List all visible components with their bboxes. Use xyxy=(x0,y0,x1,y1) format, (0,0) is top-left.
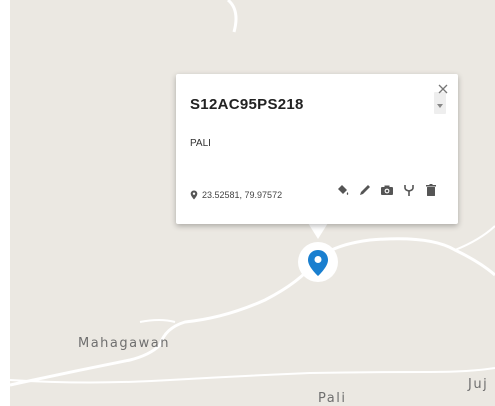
place-label-juj: Juj xyxy=(468,377,489,392)
map-marker-icon[interactable] xyxy=(307,249,329,277)
road-small xyxy=(139,319,176,323)
popup-pointer xyxy=(308,223,328,239)
fork-icon[interactable] xyxy=(402,183,416,197)
camera-icon[interactable] xyxy=(380,183,394,197)
road-top xyxy=(226,0,238,33)
trash-icon[interactable] xyxy=(424,183,438,197)
popup-description: PALI xyxy=(190,138,211,149)
place-label-pali: Pali xyxy=(318,391,347,406)
road-main xyxy=(10,237,495,387)
popup-toolbar xyxy=(336,183,438,197)
scroll-down-icon[interactable] xyxy=(434,92,446,114)
map-view: Mahagawan Pali Juj S12AC95PS218 PALI 23.… xyxy=(0,0,495,406)
popup-coordinates: 23.52581, 79.97572 xyxy=(190,190,282,200)
close-icon[interactable] xyxy=(438,84,448,94)
coordinates-text: 23.52581, 79.97572 xyxy=(202,190,283,200)
paint-bucket-icon[interactable] xyxy=(336,183,350,197)
pencil-icon[interactable] xyxy=(358,183,372,197)
map-pin-icon xyxy=(190,190,198,200)
popup-title: S12AC95PS218 xyxy=(190,96,304,113)
info-popup: S12AC95PS218 PALI 23.52581, 79.97572 xyxy=(176,74,458,224)
place-label-mahagawan: Mahagawan xyxy=(78,336,170,351)
road-branch-east xyxy=(454,225,495,251)
